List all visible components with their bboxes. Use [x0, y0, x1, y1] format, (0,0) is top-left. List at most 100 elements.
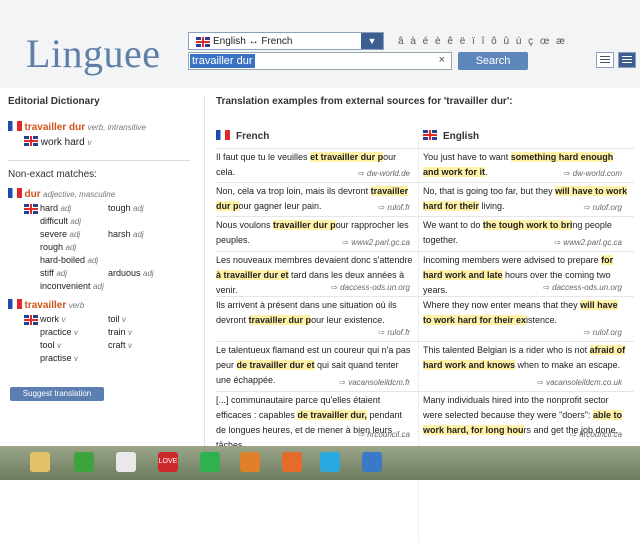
- grid-pos: adj: [56, 269, 68, 278]
- grid-row: hard-boiled adj: [24, 255, 190, 268]
- chrome-icon[interactable]: [116, 452, 136, 472]
- main-entry: travailler dur verb, intransitive work h…: [8, 121, 190, 148]
- example-english[interactable]: Where they now enter means that they wil…: [423, 298, 628, 328]
- love-icon[interactable]: LOVE: [158, 452, 178, 472]
- uk-flag-icon: [24, 136, 38, 146]
- example-english[interactable]: This talented Belgian is a rider who is …: [423, 343, 628, 373]
- grid-translation[interactable]: hard-boiled adj: [40, 255, 98, 265]
- row-divider: [216, 148, 634, 149]
- example-row: Ils arrivent à présent dans une situatio…: [216, 296, 636, 341]
- highlight: afraid of hard work and knows: [423, 345, 626, 370]
- fr-flag-icon: [8, 299, 22, 309]
- entry-term[interactable]: dur: [25, 189, 41, 200]
- grid-translation[interactable]: hard adj: [40, 203, 71, 213]
- highlight: travailler dur p: [248, 315, 312, 325]
- search-input[interactable]: travailler dur ×: [188, 52, 452, 70]
- ie-icon[interactable]: [362, 452, 382, 472]
- source-french[interactable]: ⇨ daccess-ods.un.org: [331, 283, 410, 292]
- row-divider: [216, 296, 634, 297]
- grid-translation[interactable]: difficult adj: [40, 216, 81, 226]
- source-french[interactable]: ⇨ www2.parl.gc.ca: [342, 238, 410, 247]
- firefox-icon[interactable]: [282, 452, 302, 472]
- entry-term[interactable]: travailler: [25, 300, 67, 311]
- source-english[interactable]: ⇨ daccess-ods.un.org: [543, 283, 622, 292]
- uk-flag-icon: [423, 130, 437, 140]
- grid-pos: adj: [69, 230, 81, 239]
- grid-translation[interactable]: harsh adj: [108, 229, 144, 239]
- app2-icon[interactable]: [240, 452, 260, 472]
- example-french[interactable]: [...] communautaire parce qu'elles étaie…: [216, 393, 414, 453]
- grid-translation[interactable]: toil v: [108, 314, 126, 324]
- grid-pos: v: [74, 354, 79, 363]
- entry-pos: verb, intransitive: [87, 123, 146, 132]
- entry-translation[interactable]: work hard: [41, 137, 85, 148]
- grid-translation[interactable]: practise v: [40, 353, 78, 363]
- special-characters[interactable]: â à é è ê ë ï î ô û ù ç œ æ: [398, 36, 567, 47]
- grid-translation[interactable]: arduous adj: [108, 268, 154, 278]
- folder-icon[interactable]: [30, 452, 50, 472]
- source-french[interactable]: ⇨ dw-world.de: [358, 169, 410, 178]
- source-english[interactable]: ⇨ rulof.org: [584, 203, 622, 212]
- grid-translation[interactable]: inconvenient adj: [40, 281, 104, 291]
- view-compact-icon[interactable]: [596, 52, 614, 68]
- source-french[interactable]: ⇨ rulof.fr: [378, 328, 410, 337]
- uk-flag-icon: [24, 315, 38, 325]
- suggest-translation-button[interactable]: Suggest translation: [10, 387, 104, 401]
- entry-travailler: travailler verb work v toil v practice v tr…: [8, 299, 190, 366]
- grid-pos: adj: [87, 256, 99, 265]
- grid-translation[interactable]: stiff adj: [40, 268, 67, 278]
- highlight: à travailler dur et: [216, 270, 289, 280]
- grid-row: inconvenient adj: [24, 281, 190, 294]
- editorial-dictionary: Editorial Dictionary travailler dur verb…: [8, 96, 190, 366]
- source-english[interactable]: ⇨ dw-world.com: [564, 169, 622, 178]
- grid-translation[interactable]: practice v: [40, 327, 78, 337]
- linguee-logo[interactable]: Linguee: [26, 30, 161, 77]
- source-english[interactable]: ⇨ rulof.org: [584, 328, 622, 337]
- example-row: [...] communautaire parce qu'elles étaie…: [216, 391, 636, 450]
- source-english[interactable]: ⇨ hrcouncil.ca: [570, 430, 622, 439]
- translation-examples: Translation examples from external sourc…: [216, 96, 636, 542]
- entry-dur: dur adjective, masculine hard adj tough a…: [8, 188, 190, 294]
- grid-translation[interactable]: craft v: [108, 340, 132, 350]
- grid-translation[interactable]: severe adj: [40, 229, 80, 239]
- grid-translation[interactable]: rough adj: [40, 242, 76, 252]
- chevron-down-icon[interactable]: ▼: [361, 33, 383, 49]
- entry-pos: verb: [68, 301, 85, 310]
- highlight: for hard work and late: [423, 255, 614, 280]
- entry-pos: adjective, masculine: [43, 190, 116, 199]
- fr-flag-icon: [8, 188, 22, 198]
- grid-translation[interactable]: tool v: [40, 340, 61, 350]
- uk-flag-icon: [196, 37, 210, 47]
- uk-flag-icon: [24, 204, 38, 214]
- search-button[interactable]: Search: [458, 52, 528, 70]
- grid-translation[interactable]: train v: [108, 327, 132, 337]
- clear-icon[interactable]: ×: [439, 54, 445, 66]
- grid-pos: adj: [65, 243, 77, 252]
- source-french[interactable]: ⇨ hrcouncil.ca: [358, 430, 410, 439]
- spotify-icon[interactable]: [200, 452, 220, 472]
- grid-pos: v: [74, 328, 79, 337]
- skype-icon[interactable]: [320, 452, 340, 472]
- grid-pos: adj: [133, 230, 144, 239]
- source-english[interactable]: ⇨ www2.parl.gc.ca: [554, 238, 622, 247]
- grid-pos: v: [128, 341, 133, 350]
- source-english[interactable]: ⇨ vacansoleildcm.co.uk: [537, 378, 622, 387]
- grid-row: hard adj tough adj: [24, 203, 190, 216]
- grid-translation[interactable]: work v: [40, 314, 66, 324]
- source-french[interactable]: ⇨ vacansoleildcm.fr: [339, 378, 410, 387]
- grid-row: severe adj harsh adj: [24, 229, 190, 242]
- entry-term[interactable]: travailler dur: [25, 122, 86, 133]
- examples-title: Translation examples from external sourc…: [216, 96, 513, 107]
- column-french: French: [216, 130, 269, 142]
- language-pair-select[interactable]: English ↔ French ▼: [188, 32, 384, 50]
- row-divider: [216, 216, 634, 217]
- example-french[interactable]: Ils arrivent à présent dans une situatio…: [216, 298, 414, 328]
- column-english-label: English: [443, 131, 480, 142]
- view-list-icon[interactable]: [618, 52, 636, 68]
- row-divider: [216, 182, 634, 183]
- grid-pos: adj: [133, 204, 144, 213]
- app-icon[interactable]: [74, 452, 94, 472]
- source-french[interactable]: ⇨ rulof.fr: [378, 203, 410, 212]
- row-divider: [216, 391, 634, 392]
- grid-translation[interactable]: tough adj: [108, 203, 144, 213]
